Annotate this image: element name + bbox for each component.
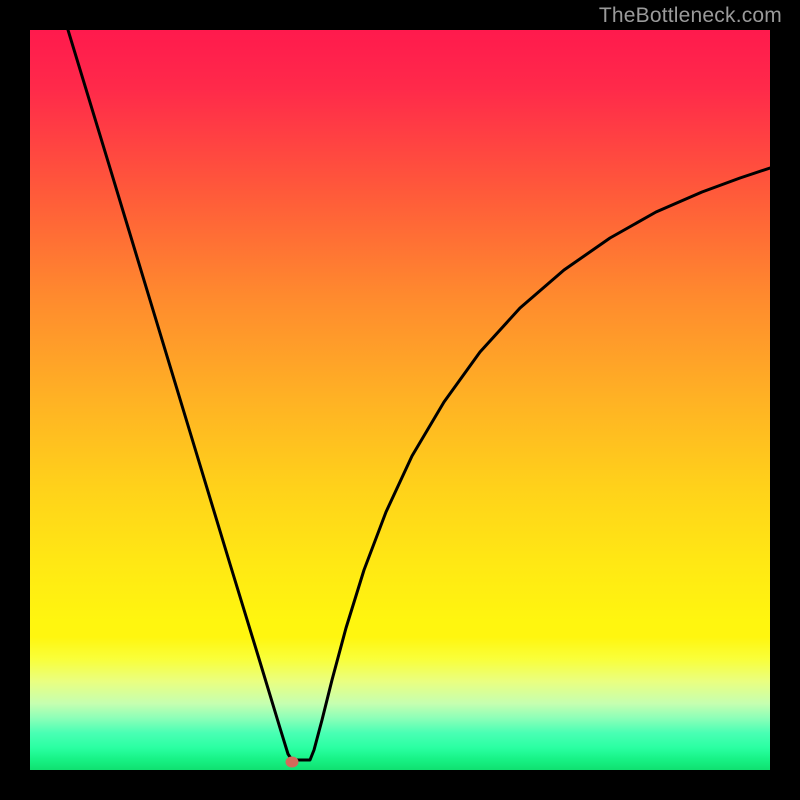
plot-area	[30, 30, 770, 770]
bottleneck-marker	[286, 757, 299, 768]
chart-canvas: TheBottleneck.com	[0, 0, 800, 800]
bottleneck-curve	[30, 30, 770, 770]
watermark-text: TheBottleneck.com	[599, 4, 782, 28]
curve-path	[68, 30, 770, 760]
